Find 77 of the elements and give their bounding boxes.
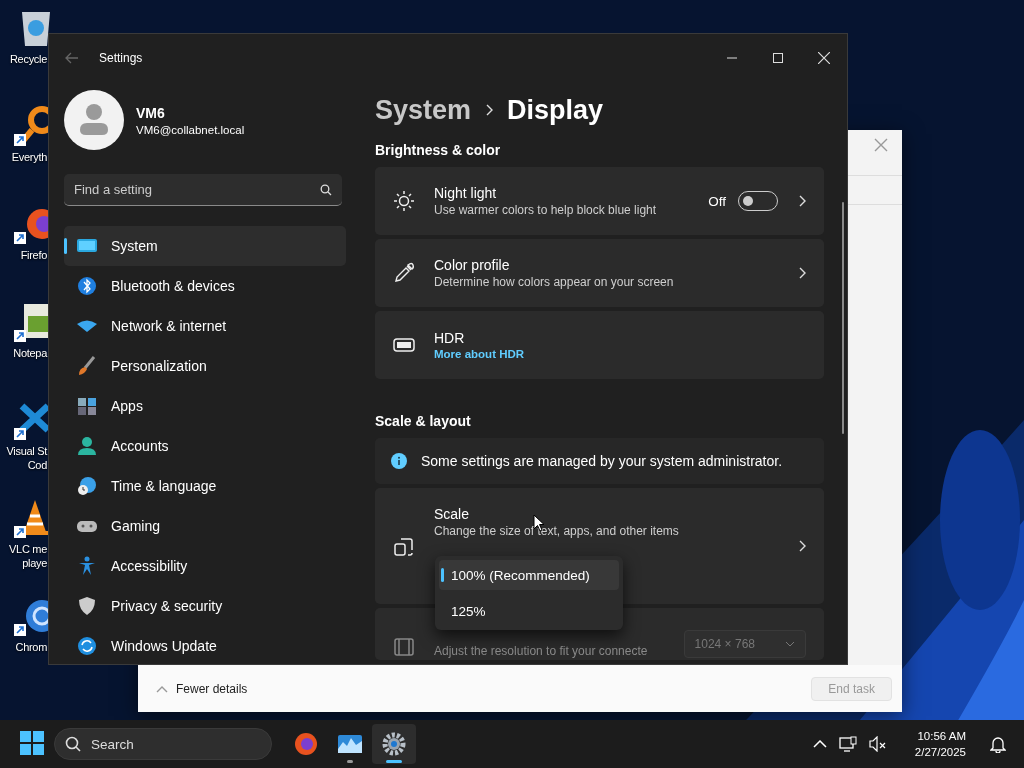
chevron-down-icon <box>785 641 795 647</box>
desktop-icon-label[interactable]: Recycle <box>9 52 48 66</box>
nav-item[interactable]: Gaming <box>64 506 346 546</box>
chevron-right-icon <box>798 540 806 552</box>
scrollbar[interactable] <box>842 202 844 434</box>
desktop-icon-label[interactable]: Chrom <box>15 640 48 654</box>
search-icon <box>65 736 81 752</box>
avatar-icon <box>64 90 124 150</box>
nav-item[interactable]: Windows Update <box>64 626 346 664</box>
chevron-right-icon <box>798 195 806 207</box>
fewer-details-toggle[interactable]: Fewer details <box>150 680 254 697</box>
desktop-icon-label[interactable]: VLC me playe <box>9 542 48 570</box>
chevron-up-icon <box>156 684 168 693</box>
nav-item[interactable]: Privacy & security <box>64 586 346 626</box>
back-arrow-icon[interactable] <box>65 52 79 64</box>
apps-icon <box>76 395 98 417</box>
setting-card[interactable]: Night light Use warmer colors to help block blue light Off <box>375 167 824 235</box>
bell-icon[interactable] <box>990 735 1006 753</box>
desktop-icon-label[interactable]: Everyth <box>11 150 48 164</box>
breadcrumb-chevron-icon <box>485 104 494 116</box>
notice-text: Some settings are managed by your system administrator. <box>421 453 783 469</box>
dropdown-option[interactable]: 100% (Recommended) <box>439 560 619 590</box>
nav-item[interactable]: System <box>64 226 346 266</box>
close-icon <box>818 52 830 64</box>
nav-item[interactable]: Time & language <box>64 466 346 506</box>
paintbrush-icon <box>76 355 98 377</box>
nav-item[interactable]: Accessibility <box>64 546 346 586</box>
section-heading: Brightness & color <box>375 142 502 158</box>
setting-title: HDR <box>434 330 466 346</box>
search-icon <box>320 183 332 196</box>
close-icon[interactable] <box>874 138 888 152</box>
windows-logo-icon <box>20 730 44 755</box>
person-icon <box>76 435 98 457</box>
chart-window-icon <box>337 733 363 755</box>
setting-title: Scale <box>434 506 471 522</box>
search-field[interactable]: Find a setting <box>64 174 342 206</box>
shield-icon <box>76 595 98 617</box>
desktop-icon-label[interactable]: Firefo <box>20 248 48 262</box>
firefox-icon <box>294 732 318 756</box>
nav-item[interactable]: Apps <box>64 386 346 426</box>
setting-title: Color profile <box>434 257 511 273</box>
chevron-up-icon[interactable] <box>812 740 827 748</box>
desktop-icon-label[interactable]: Visual St Cod <box>6 444 48 472</box>
setting-description: Change the size of text, apps, and other items <box>434 524 679 538</box>
taskbar-search[interactable]: Search <box>54 728 272 760</box>
setting-description: Use warmer colors to help block blue light <box>434 203 658 217</box>
info-icon <box>391 453 407 469</box>
desktop-icon-label[interactable]: Notepa <box>13 346 48 360</box>
clock[interactable]: 10:56 AM 2/27/2025 <box>908 727 972 761</box>
setting-description: Determine how colors appear on your screen <box>434 275 675 289</box>
network-icon[interactable] <box>838 736 857 752</box>
page-title: Display <box>507 94 604 126</box>
nav-item[interactable]: Network & internet <box>64 306 346 346</box>
toggle-state-label: Off <box>708 193 726 209</box>
display-icon <box>393 636 415 658</box>
nav-item[interactable]: Personalization <box>64 346 346 386</box>
breadcrumb-parent[interactable]: System <box>375 94 472 126</box>
setting-description: Adjust the resolution to fit your connecte <box>434 644 649 658</box>
maximize-icon <box>773 53 783 63</box>
learn-more-link[interactable]: More about HDR <box>434 348 525 360</box>
sync-icon <box>76 635 98 657</box>
setting-title: Night light <box>434 185 498 201</box>
section-heading: Scale & layout <box>375 413 472 429</box>
bluetooth-icon <box>76 275 98 297</box>
gear-icon <box>382 732 406 756</box>
speaker-muted-icon[interactable] <box>868 736 887 752</box>
nav-item[interactable]: Bluetooth & devices <box>64 266 346 306</box>
user-email: VM6@collabnet.local <box>136 123 245 136</box>
user-name: VM6 <box>136 104 166 121</box>
globe-clock-icon <box>76 475 98 497</box>
sun-icon <box>393 190 415 212</box>
nav-item[interactable]: Accounts <box>64 426 346 466</box>
taskbar-app[interactable] <box>372 724 416 764</box>
setting-card[interactable]: Color profile Determine how colors appear on your screen <box>375 239 824 307</box>
chevron-right-icon <box>798 267 806 279</box>
window-title: Settings <box>99 51 143 65</box>
scale-icon <box>393 536 415 558</box>
